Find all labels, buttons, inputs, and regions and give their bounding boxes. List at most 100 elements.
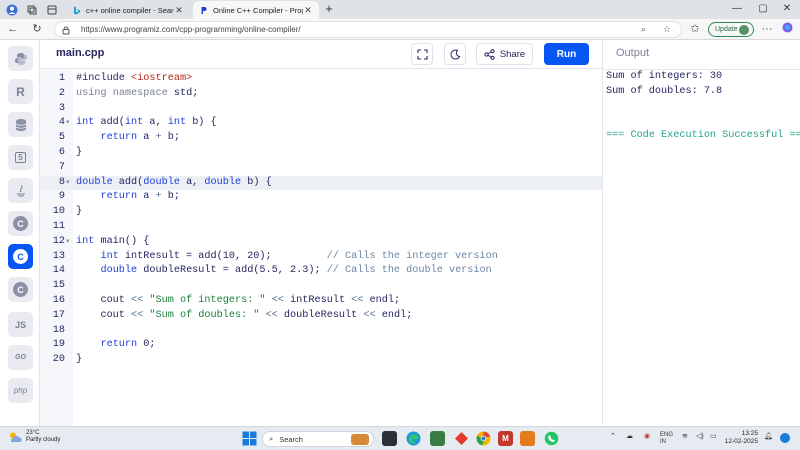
fold-toggle-icon[interactable]: ▾: [66, 235, 70, 250]
code-line[interactable]: 2 using namespace std;: [40, 87, 602, 102]
tab-actions-icon[interactable]: [44, 2, 60, 17]
code-line[interactable]: 17 cout << "Sum of doubles: " << doubleR…: [40, 309, 602, 324]
code-line[interactable]: 3: [40, 102, 602, 117]
sidebar-item-java[interactable]: [8, 178, 33, 203]
new-tab-button[interactable]: +: [322, 2, 336, 16]
close-window-icon[interactable]: ✕: [780, 3, 794, 14]
sidebar-item-c[interactable]: C: [8, 211, 33, 236]
language-code: ENG: [660, 432, 674, 438]
show-hidden-icons-icon[interactable]: ⌃: [610, 432, 616, 440]
chrome-icon[interactable]: [476, 431, 491, 446]
code-line[interactable]: 10}: [40, 205, 602, 220]
code-line[interactable]: 14 double doubleResult = add(5.5, 2.3); …: [40, 264, 602, 279]
code-editor[interactable]: 1 #include <iostream> 2 using namespace std…: [40, 69, 602, 426]
favorite-star-icon[interactable]: ☆: [663, 24, 671, 35]
app-icon[interactable]: [454, 431, 469, 446]
taskbar-search[interactable]: ⌕ Search: [262, 431, 374, 447]
store-icon[interactable]: [430, 431, 445, 446]
notification-bell-icon[interactable]: 🔔︎: [764, 432, 773, 440]
sidebar-item-html[interactable]: 5: [8, 145, 33, 170]
temperature: 23°C: [26, 430, 40, 436]
line-number: 4: [58, 117, 65, 129]
sidebar-item-go[interactable]: GO: [8, 345, 33, 370]
more-options-icon[interactable]: ···: [760, 22, 774, 36]
battery-icon[interactable]: ▭: [710, 432, 717, 440]
tab-search[interactable]: c++ online compiler - Search ✕: [66, 1, 190, 19]
maximize-icon[interactable]: ▢: [756, 3, 770, 14]
profile-icon[interactable]: [4, 2, 20, 17]
sidebar-item-cpp[interactable]: C: [8, 244, 33, 269]
copilot-taskbar-icon[interactable]: [780, 433, 790, 443]
weather-widget[interactable]: 23°C Partly cloudy: [8, 430, 60, 444]
line-number: 13: [52, 250, 65, 262]
site-info-icon[interactable]: [61, 25, 71, 35]
code-line[interactable]: 18: [40, 324, 602, 339]
fold-toggle-icon[interactable]: ▾: [66, 176, 70, 191]
file-tab[interactable]: main.cpp: [56, 47, 104, 59]
windows-start-icon[interactable]: [242, 431, 257, 446]
bing-icon: [72, 6, 81, 15]
fullscreen-button[interactable]: [411, 43, 433, 65]
code-line[interactable]: 1 #include <iostream>: [40, 72, 602, 87]
run-button[interactable]: Run: [544, 43, 589, 65]
zoom-icon[interactable]: ⌕: [641, 24, 646, 35]
tab-title: c++ online compiler - Search: [86, 5, 174, 15]
language-indicator[interactable]: ENG IN: [660, 432, 673, 446]
clock[interactable]: 13:25 12-02-2025: [720, 430, 758, 446]
code-text: }: [76, 206, 83, 218]
code-line[interactable]: 5 return a + b;: [40, 131, 602, 146]
avatar: [739, 25, 749, 35]
security-icon[interactable]: ◉: [644, 432, 650, 440]
code-line[interactable]: 16 cout << "Sum of integers: " << intRes…: [40, 294, 602, 309]
share-icon: [484, 48, 495, 60]
code-line[interactable]: 12 ▾ int main() {: [40, 235, 602, 250]
code-line[interactable]: 15: [40, 279, 602, 294]
update-button[interactable]: Update: [708, 22, 754, 37]
code-line[interactable]: 8 ▾ double add(double a, double b) {: [40, 175, 602, 191]
edge-icon[interactable]: [406, 431, 421, 446]
sidebar-item-php[interactable]: php: [8, 378, 33, 403]
line-number: 8: [58, 176, 65, 188]
close-tab-icon[interactable]: ✕: [174, 5, 184, 16]
wifi-icon[interactable]: ≋: [682, 432, 688, 440]
minimize-icon[interactable]: —: [730, 3, 744, 14]
theme-toggle-button[interactable]: [444, 43, 466, 65]
code-line[interactable]: 6}: [40, 146, 602, 161]
sidebar-item-python[interactable]: [8, 46, 33, 71]
time: 13:25: [741, 430, 758, 437]
moon-icon: [450, 49, 460, 60]
fold-toggle-icon[interactable]: ▾: [66, 116, 70, 131]
tab-programiz[interactable]: Online C++ Compiler - Programiz ✕: [193, 1, 319, 19]
task-view-icon[interactable]: [382, 431, 397, 446]
back-icon[interactable]: ←: [6, 22, 20, 36]
favorites-icon[interactable]: ✩: [688, 22, 702, 36]
app-icon[interactable]: [520, 431, 535, 446]
code-line[interactable]: 7: [40, 161, 602, 176]
sidebar-item-r[interactable]: R: [8, 79, 33, 104]
cloud-icon[interactable]: ☁: [626, 432, 633, 440]
sidebar-item-javascript[interactable]: JS: [8, 312, 33, 337]
c-icon: C: [13, 216, 28, 231]
url-field[interactable]: https://www.programiz.com/cpp-programmin…: [54, 21, 682, 38]
volume-icon[interactable]: ◁): [696, 432, 704, 440]
whatsapp-icon[interactable]: [544, 431, 559, 446]
line-number: 1: [58, 73, 65, 84]
sidebar-item-sql[interactable]: [8, 112, 33, 137]
mcafee-icon[interactable]: M: [498, 431, 513, 446]
code-line[interactable]: 13 int intResult = add(10, 20); // Calls…: [40, 250, 602, 265]
copilot-icon[interactable]: [780, 22, 794, 36]
code-text: using namespace std;: [76, 87, 199, 99]
code-line[interactable]: 19 return 0;: [40, 338, 602, 353]
code-line[interactable]: 11: [40, 220, 602, 235]
close-tab-icon[interactable]: ✕: [303, 5, 313, 16]
code-line[interactable]: 9 return a + b;: [40, 190, 602, 205]
sidebar-item-csharp[interactable]: C: [8, 277, 33, 302]
line-number: 18: [52, 324, 65, 336]
share-button[interactable]: Share: [476, 43, 533, 65]
workspaces-icon[interactable]: [24, 2, 40, 17]
line-number: 9: [58, 191, 65, 203]
refresh-icon[interactable]: ↻: [30, 22, 44, 36]
code-line[interactable]: 4 ▾ int add(int a, int b) {: [40, 116, 602, 131]
code-line[interactable]: 20}: [40, 353, 602, 368]
search-icon: ⌕: [269, 434, 274, 443]
